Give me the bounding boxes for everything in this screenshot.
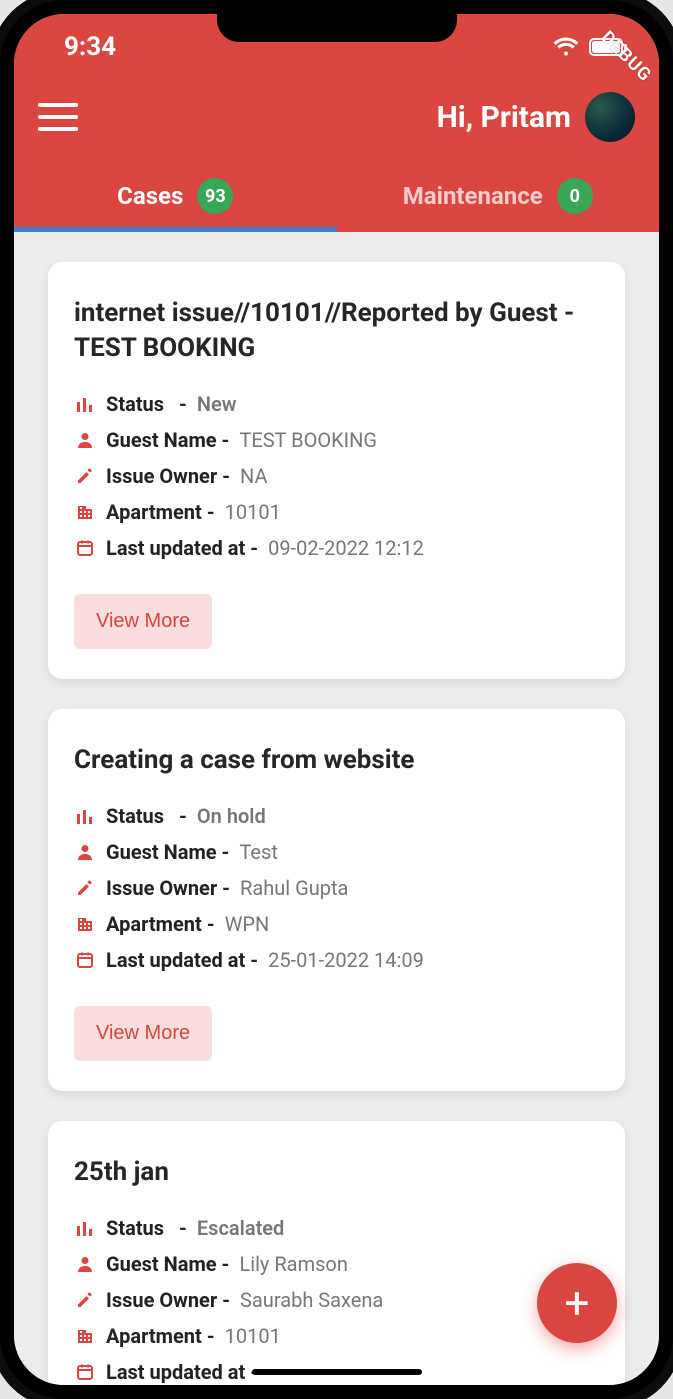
- apartment-row: Apartment - 10101: [74, 500, 599, 524]
- guest-value: Lily Ramson: [239, 1252, 347, 1276]
- owner-label: Issue Owner -: [106, 1288, 230, 1312]
- wifi-icon: [553, 37, 579, 57]
- add-fab[interactable]: +: [537, 1263, 617, 1343]
- status-label: Status: [106, 1216, 164, 1240]
- owner-label: Issue Owner -: [106, 876, 230, 900]
- guest-row: Guest Name - Lily Ramson: [74, 1252, 599, 1276]
- apartment-value: WPN: [225, 912, 270, 936]
- apartment-label: Apartment -: [106, 1324, 215, 1348]
- building-icon: [74, 501, 96, 523]
- screen: DEBUG 9:34 Hi, Pritam: [14, 14, 659, 1385]
- owner-value: Saurabh Saxena: [240, 1288, 383, 1312]
- greeting-wrap: Hi, Pritam: [437, 92, 635, 142]
- calendar-icon: [74, 537, 96, 559]
- status-row: Status - Escalated: [74, 1216, 599, 1240]
- avatar[interactable]: [585, 92, 635, 142]
- tab-cases-badge: 93: [197, 178, 233, 214]
- status-icon: [74, 805, 96, 827]
- plus-icon: +: [565, 1277, 590, 1329]
- case-card: internet issue//10101//Reported by Guest…: [48, 262, 625, 679]
- owner-row: Issue Owner - Saurabh Saxena: [74, 1288, 599, 1312]
- pencil-icon: [74, 1289, 96, 1311]
- owner-label: Issue Owner -: [106, 464, 230, 488]
- header-row: Hi, Pritam: [14, 74, 659, 162]
- tab-bar: Cases 93 Maintenance 0: [14, 162, 659, 232]
- updated-label: Last updated at -: [106, 1360, 258, 1384]
- guest-value: TEST BOOKING: [239, 428, 377, 452]
- guest-label: Guest Name -: [106, 428, 229, 452]
- menu-icon[interactable]: [38, 103, 78, 131]
- tab-cases-label: Cases: [117, 182, 183, 210]
- updated-label: Last updated at -: [106, 948, 258, 972]
- view-more-button[interactable]: View More: [74, 594, 212, 649]
- tab-cases[interactable]: Cases 93: [14, 162, 337, 232]
- status-time: 9:34: [64, 32, 116, 62]
- greeting-text: Hi, Pritam: [437, 100, 571, 135]
- case-title: Creating a case from website: [74, 743, 599, 778]
- case-list[interactable]: internet issue//10101//Reported by Guest…: [14, 232, 659, 1385]
- tab-maintenance-label: Maintenance: [403, 182, 543, 210]
- status-label: Status: [106, 804, 164, 828]
- owner-row: Issue Owner - NA: [74, 464, 599, 488]
- device-notch: [217, 0, 457, 42]
- case-card: Creating a case from website Status - On…: [48, 709, 625, 1091]
- apartment-label: Apartment -: [106, 912, 215, 936]
- status-value: Escalated: [197, 1216, 284, 1240]
- app-header: 9:34 Hi, Pritam: [14, 14, 659, 232]
- apartment-label: Apartment -: [106, 500, 215, 524]
- status-row: Status - On hold: [74, 804, 599, 828]
- pencil-icon: [74, 465, 96, 487]
- person-icon: [74, 1253, 96, 1275]
- apartment-value: 10101: [225, 1324, 281, 1348]
- person-icon: [74, 841, 96, 863]
- status-value: On hold: [197, 804, 266, 828]
- guest-row: Guest Name - Test: [74, 840, 599, 864]
- view-more-button[interactable]: View More: [74, 1006, 212, 1061]
- guest-row: Guest Name - TEST BOOKING: [74, 428, 599, 452]
- case-card: 25th jan Status - Escalated Guest Name -…: [48, 1121, 625, 1385]
- guest-label: Guest Name -: [106, 840, 229, 864]
- status-value: New: [197, 392, 237, 416]
- owner-value: NA: [240, 464, 268, 488]
- apartment-row: Apartment - 10101: [74, 1324, 599, 1348]
- status-row: Status - New: [74, 392, 599, 416]
- status-icon: [74, 393, 96, 415]
- updated-row: Last updated at - 09-02-2022 12:12: [74, 536, 599, 560]
- calendar-icon: [74, 1361, 96, 1383]
- pencil-icon: [74, 877, 96, 899]
- updated-label: Last updated at -: [106, 536, 258, 560]
- status-label: Status: [106, 392, 164, 416]
- updated-row: Last updated at - 25-01-2022 14:09: [74, 948, 599, 972]
- apartment-value: 10101: [225, 500, 281, 524]
- apartment-row: Apartment - WPN: [74, 912, 599, 936]
- person-icon: [74, 429, 96, 451]
- home-indicator: [252, 1369, 422, 1375]
- guest-value: Test: [239, 840, 277, 864]
- case-title: internet issue//10101//Reported by Guest…: [74, 296, 599, 366]
- tab-maintenance[interactable]: Maintenance 0: [337, 162, 660, 232]
- building-icon: [74, 913, 96, 935]
- device-frame: DEBUG 9:34 Hi, Pritam: [0, 0, 673, 1399]
- building-icon: [74, 1325, 96, 1347]
- status-icon: [74, 1217, 96, 1239]
- updated-value: 09-02-2022 12:12: [268, 536, 424, 560]
- tab-maintenance-badge: 0: [557, 178, 593, 214]
- calendar-icon: [74, 949, 96, 971]
- guest-label: Guest Name -: [106, 1252, 229, 1276]
- updated-value: 25-01-2022 14:09: [268, 948, 424, 972]
- owner-value: Rahul Gupta: [240, 876, 348, 900]
- case-title: 25th jan: [74, 1155, 599, 1190]
- owner-row: Issue Owner - Rahul Gupta: [74, 876, 599, 900]
